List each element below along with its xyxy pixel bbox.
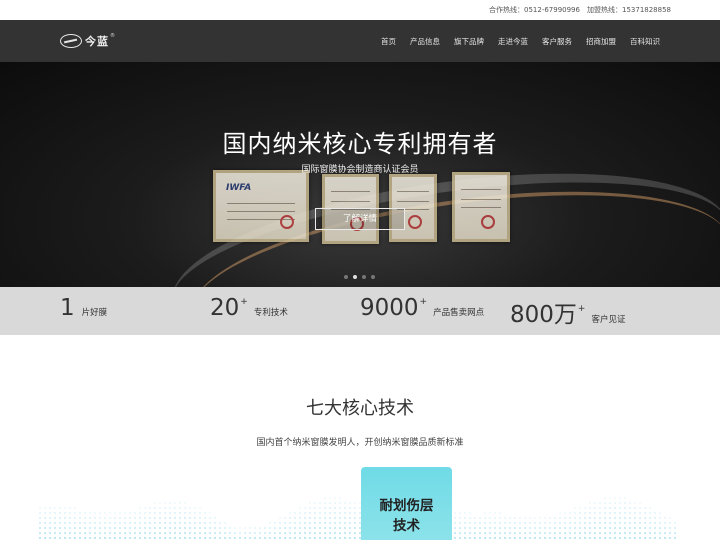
stat-number: 800万 <box>510 302 577 328</box>
nav-franchise[interactable]: 招商加盟 <box>586 36 616 47</box>
stat-item-customers: 800万 + 客户见证 <box>510 295 625 329</box>
nav-about[interactable]: 走进今蓝 <box>498 36 528 47</box>
certificate-seal-icon <box>280 215 294 229</box>
stat-suffix: + <box>577 304 586 314</box>
main-nav: 首页 产品信息 旗下品牌 走进今蓝 客户服务 招商加盟 百科知识 <box>381 20 660 62</box>
stats-band: 1 片好膜 20 + 专利技术 9000 + 产品售卖网点 800万 + 客户见… <box>0 287 720 335</box>
certificate-seal-icon <box>481 215 495 229</box>
logo[interactable]: 今蓝 ® <box>60 32 115 50</box>
hero-banner: IWFA 国内纳米核心专利拥有者 国际窗膜协会制造商认证会员 了解详情 <box>0 62 720 287</box>
certificate-seal-icon <box>408 215 422 229</box>
stat-label: 专利技术 <box>253 308 288 318</box>
nav-brands[interactable]: 旗下品牌 <box>454 36 484 47</box>
logo-mark-icon <box>60 34 82 48</box>
stat-label: 客户见证 <box>591 315 626 325</box>
learn-more-button[interactable]: 了解详情 <box>315 208 405 230</box>
tech-card-label: 耐划伤层 技术 <box>361 496 452 536</box>
tech-card-label-line1: 耐划伤层 <box>379 498 434 514</box>
carousel-dot-3[interactable] <box>362 275 366 279</box>
core-tech-subtitle: 国内首个纳米窗膜发明人，开创纳米窗膜品质新标准 <box>256 438 464 448</box>
stat-item-films: 1 片好膜 <box>60 295 107 321</box>
nav-home[interactable]: 首页 <box>381 36 396 47</box>
tech-card-scratch-resistant[interactable]: 耐划伤层 技术 <box>361 467 452 540</box>
core-tech-title: 七大核心技术 <box>306 398 414 419</box>
stat-item-outlets: 9000 + 产品售卖网点 <box>360 295 484 321</box>
stat-number: 9000 <box>360 295 419 321</box>
stat-label: 产品售卖网点 <box>433 308 485 318</box>
stat-suffix: + <box>240 297 248 307</box>
site-header: 今蓝 ® 首页 产品信息 旗下品牌 走进今蓝 客户服务 招商加盟 百科知识 <box>0 20 720 62</box>
top-contact-bar: 合作热线：0512-67990996 加盟热线：15371828858 <box>0 0 720 20</box>
carousel-pagination <box>344 275 375 279</box>
cooperation-hotline: 合作热线：0512-67990996 <box>489 6 580 14</box>
carousel-dot-1[interactable] <box>344 275 348 279</box>
nav-products[interactable]: 产品信息 <box>410 36 440 47</box>
tech-card-label-line2: 技术 <box>393 518 420 534</box>
stat-suffix: + <box>419 297 428 307</box>
registered-mark: ® <box>110 33 115 39</box>
logo-text: 今蓝 <box>85 35 109 48</box>
carousel-dot-4[interactable] <box>371 275 375 279</box>
stat-item-patents: 20 + 专利技术 <box>210 295 288 321</box>
certificate-image-main: IWFA <box>213 170 309 242</box>
nav-service[interactable]: 客户服务 <box>542 36 572 47</box>
hero-title: 国内纳米核心专利拥有者 <box>222 130 498 158</box>
franchise-hotline: 加盟热线：15371828858 <box>587 6 671 14</box>
carousel-dot-2[interactable] <box>353 275 357 279</box>
dot-wave-decoration <box>39 497 676 539</box>
stat-number: 20 <box>210 295 240 321</box>
certificate-image-4 <box>452 172 510 242</box>
nav-wiki[interactable]: 百科知识 <box>630 36 660 47</box>
hero-subtitle: 国际窗膜协会制造商认证会员 <box>301 165 419 175</box>
stat-number: 1 <box>60 295 75 321</box>
stat-label: 片好膜 <box>81 308 108 318</box>
certificate-logo: IWFA <box>226 183 252 193</box>
